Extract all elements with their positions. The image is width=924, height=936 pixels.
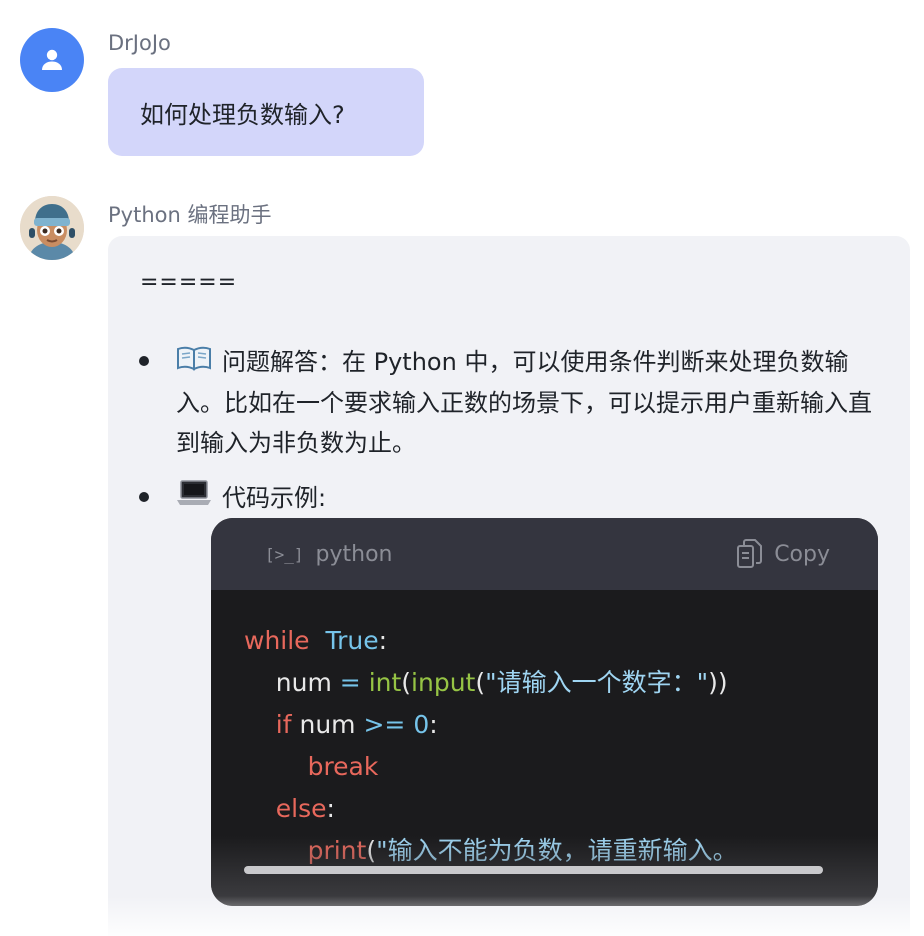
- code-token: :: [326, 794, 335, 823]
- answer-paragraph: 问题解答：在 Python 中，可以使用条件判断来处理负数输入。比如在一个要求输…: [176, 342, 886, 463]
- terminal-icon: [>_]: [265, 544, 304, 564]
- copy-label: Copy: [774, 541, 830, 567]
- bot-message-bubble: ===== 问题解答：在 Python 中，可以使用条件判断来处理负数输入。比如…: [108, 236, 910, 936]
- laptop-icon: [176, 479, 212, 519]
- user-message-bubble: 如何处理负数输入?: [108, 68, 424, 156]
- bubble-fade: [108, 896, 910, 936]
- code-token: :: [429, 710, 438, 739]
- code-token: else: [275, 794, 327, 823]
- open-book-icon: [176, 343, 212, 383]
- code-token: (: [475, 668, 486, 697]
- code-language-label: python: [315, 541, 393, 567]
- code-token: input: [411, 668, 476, 697]
- code-language: [>_] python: [265, 542, 393, 567]
- copy-icon: [737, 539, 763, 568]
- code-token: (: [401, 668, 412, 697]
- horizontal-scrollbar[interactable]: [244, 866, 823, 874]
- code-line: if num >= 0:: [244, 704, 878, 746]
- bot-sender-name: Python 编程助手: [108, 203, 272, 227]
- code-token: =: [339, 668, 361, 697]
- code-token: 0: [413, 710, 430, 739]
- user-message-text: 如何处理负数输入?: [140, 100, 345, 129]
- code-block: [>_] python Copy while True: num = int(i…: [211, 518, 878, 906]
- user-avatar[interactable]: [20, 28, 84, 92]
- code-line: num = int(input("请输入一个数字：")): [244, 662, 878, 704]
- user-sender-name: DrJoJo: [108, 31, 171, 55]
- answer-text: 问题解答：在 Python 中，可以使用条件判断来处理负数输入。比如在一个要求输…: [176, 348, 872, 457]
- user-icon: [42, 49, 62, 70]
- code-line: break: [244, 746, 878, 788]
- code-token: break: [307, 752, 379, 781]
- code-token: while: [244, 626, 310, 655]
- code-token: >=: [363, 710, 406, 739]
- copy-button[interactable]: Copy: [736, 539, 830, 569]
- code-token: if: [275, 710, 292, 739]
- code-token: )): [708, 668, 728, 697]
- code-token: num: [244, 668, 340, 697]
- bullet-dot: [139, 356, 149, 366]
- bullet-dot: [139, 492, 149, 502]
- code-token: True: [325, 626, 379, 655]
- code-line: while True:: [244, 620, 878, 662]
- code-token: num: [291, 710, 364, 739]
- robot-avatar-icon: [20, 196, 84, 260]
- code-token: int: [368, 668, 402, 697]
- code-token: "请输入一个数字：": [485, 668, 709, 697]
- code-token: :: [378, 626, 388, 655]
- code-line: else:: [244, 788, 878, 830]
- separator-text: =====: [140, 270, 238, 295]
- code-example-label: 代码示例:: [176, 478, 886, 519]
- bot-avatar[interactable]: [20, 196, 84, 260]
- code-example-text: 代码示例:: [222, 484, 327, 512]
- code-block-header: [>_] python Copy: [211, 518, 878, 590]
